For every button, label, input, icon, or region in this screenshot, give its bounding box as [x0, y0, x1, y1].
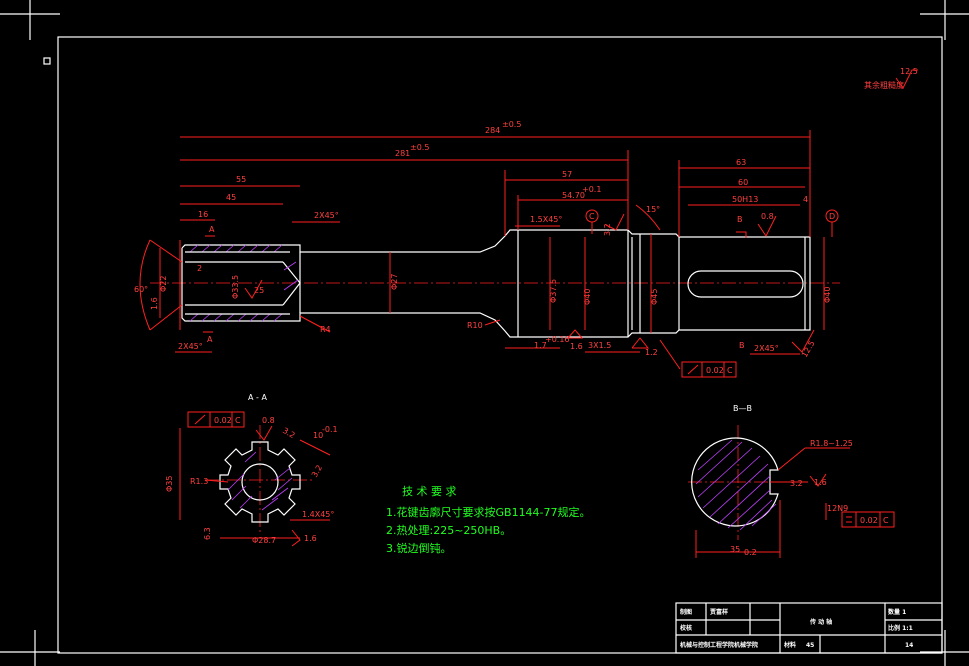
datum-c: C — [589, 212, 595, 221]
tb-material: 45 — [806, 642, 814, 649]
rough-0-8: 0.8 — [761, 212, 774, 221]
dim-total-length-tol: ±0.5 — [502, 120, 521, 129]
dim-57: 57 — [562, 170, 572, 179]
aa-radius: R1.3 — [190, 477, 208, 486]
aa-dia-28-7: Φ28.7 — [252, 536, 276, 545]
dim-dia-27: Φ27 — [390, 274, 399, 290]
bb-depth: 3.2 — [790, 479, 803, 488]
cad-drawing-canvas[interactable]: 其余粗糙度 12.5 284 ±0.5 281 ±0.5 55 45 16 2 … — [0, 0, 969, 666]
tb-scale: 比例 1:1 — [888, 624, 913, 632]
tb-drawn: 制图 — [680, 608, 692, 616]
datum-d: D — [829, 212, 835, 221]
section-b-top: B — [737, 215, 743, 224]
dim-dia-33: Φ33.5 — [231, 275, 240, 299]
roughness-value: 12.5 — [900, 67, 918, 76]
aa-tol-datum: C — [235, 416, 241, 425]
aa-rough-1-6: 1.6 — [304, 534, 317, 543]
bb-radius: R1.8~1.25 — [810, 439, 853, 448]
dim-chamfer-left: 2X45° — [314, 211, 339, 220]
dim-54-7-tol: +0.1 — [582, 185, 601, 194]
dim-1-7-tol: +0.16 — [545, 335, 570, 344]
tb-school: 机械与控制工程学院机械学院 — [680, 641, 758, 649]
aa-dim-10-tol: -0.1 — [322, 425, 338, 434]
rough-1-2: 1.2 — [645, 348, 658, 357]
aa-tol-value: 0.02 — [214, 416, 232, 425]
dim-1-6: 1.6 — [150, 297, 159, 310]
dim-chamfer-left-bottom: 2X45° — [178, 342, 203, 351]
tb-part-name: 传 动 轴 — [809, 618, 832, 626]
dim-45: 45 — [226, 193, 236, 202]
dim-55: 55 — [236, 175, 246, 184]
tol-datum-main: C — [727, 366, 733, 375]
dim-2: 2 — [197, 264, 202, 273]
section-a-bottom: A — [207, 335, 213, 344]
section-bb-title: B—B — [733, 404, 752, 413]
tb-checked: 校核 — [680, 624, 692, 632]
notes-line-1: 1.花键齿廓尺寸要求按GB1144-77规定。 — [386, 505, 591, 519]
dim-total-length: 284 — [485, 126, 500, 135]
dim-chamfer-1-5: 1.5X45° — [530, 215, 562, 224]
dim-25: 25 — [254, 286, 264, 295]
aa-dim-6-3: 6.3 — [203, 527, 212, 540]
dim-dia-40: Φ40 — [583, 289, 592, 305]
rough-1-6: 1.6 — [570, 342, 583, 351]
dim-16: 16 — [198, 210, 208, 219]
bb-dim-35: 35 — [730, 545, 740, 554]
dim-50h13: 50H13 — [732, 195, 758, 204]
tb-drawn-name: 贾富样 — [710, 608, 728, 616]
dim-dia-22: Φ22 — [159, 276, 168, 292]
aa-chamfer: 1.4X45° — [302, 510, 334, 519]
dim-60: 60 — [738, 178, 748, 187]
aa-dia-35: Φ35 — [165, 476, 174, 492]
dim-281: 281 — [395, 149, 410, 158]
dim-281-tol: ±0.5 — [410, 143, 429, 152]
tol-value-main: 0.02 — [706, 366, 724, 375]
notes-line-3: 3.锐边倒钝。 — [386, 541, 452, 555]
dim-groove: 3X1.5 — [588, 341, 611, 350]
dim-r10: R10 — [467, 321, 483, 330]
bb-rough-1-6: 1.6 — [814, 478, 827, 487]
tb-sheet: 14 — [905, 642, 913, 649]
notes-title: 技 术 要 求 — [402, 485, 457, 498]
section-aa-title: A - A — [248, 393, 267, 402]
bb-tol-value: 0.02 — [860, 516, 878, 525]
tb-material-label: 材料 — [783, 641, 796, 649]
aa-rough-0-8: 0.8 — [262, 416, 275, 425]
dim-angle-15: 15° — [646, 205, 660, 214]
section-a-top: A — [209, 225, 215, 234]
section-b-bottom: B — [739, 341, 745, 350]
dim-4: 4 — [803, 195, 808, 204]
bb-dim-35-tol: 0.2 — [744, 548, 757, 557]
bb-tol-datum: C — [883, 516, 889, 525]
rough-3-2: 3.2 — [603, 223, 612, 236]
dim-63: 63 — [736, 158, 746, 167]
notes-line-2: 2.热处理:225~250HB。 — [386, 524, 511, 537]
dim-angle-60: 60° — [134, 285, 148, 294]
tb-quantity: 数量 1 — [888, 608, 906, 616]
dim-chamfer-right: 2X45° — [754, 344, 779, 353]
